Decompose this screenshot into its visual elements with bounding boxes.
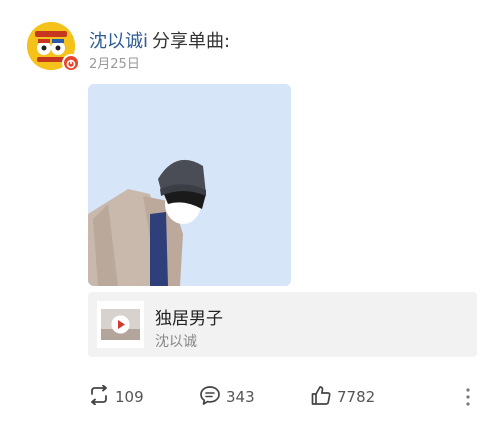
verified-badge-icon: [62, 54, 80, 72]
play-icon[interactable]: [111, 315, 130, 334]
repost-count: 109: [115, 388, 144, 406]
like-count: 7782: [337, 388, 376, 406]
more-options-button[interactable]: [463, 386, 473, 408]
music-artist: 沈以诚: [155, 334, 197, 350]
comment-button[interactable]: 343: [199, 385, 255, 409]
repost-button[interactable]: 109: [88, 384, 144, 409]
music-thumbnail: [97, 301, 144, 348]
like-button[interactable]: 7782: [310, 385, 375, 409]
like-icon: [310, 385, 332, 410]
username[interactable]: 沈以诚i: [89, 27, 148, 53]
comment-icon: [199, 385, 221, 410]
music-title: 独居男子: [155, 309, 223, 329]
more-vertical-icon: [463, 388, 473, 412]
music-card[interactable]: 独居男子 沈以诚: [88, 292, 477, 357]
album-cover-image[interactable]: [88, 84, 291, 286]
comment-count: 343: [226, 388, 255, 406]
share-action-text: 分享单曲:: [152, 31, 231, 52]
post-date: 2月25日: [89, 57, 140, 72]
repost-icon: [88, 384, 110, 409]
